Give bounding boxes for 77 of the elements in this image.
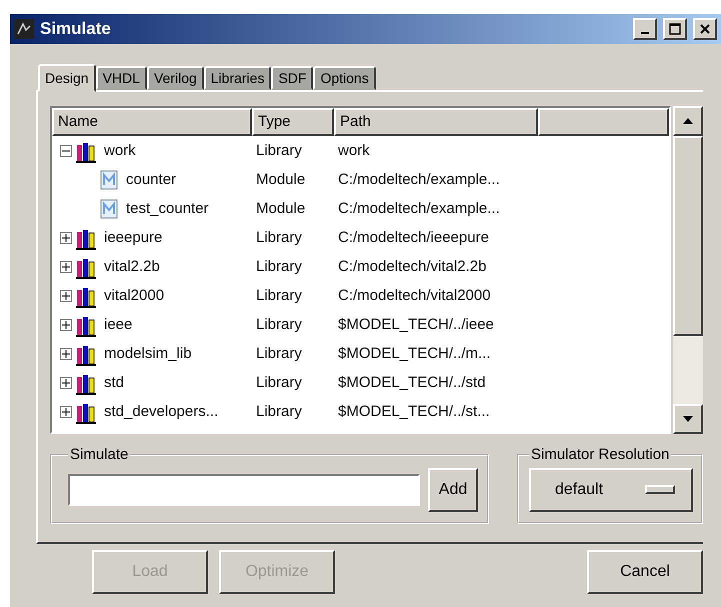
item-path: C:/modeltech/ieeepure — [337, 229, 490, 246]
maximize-icon — [669, 23, 681, 35]
tab[interactable]: Libraries — [204, 66, 272, 90]
item-type: Library — [255, 287, 303, 304]
simulate-input[interactable] — [68, 474, 420, 506]
add-button[interactable]: Add — [428, 468, 478, 512]
expand-toggle[interactable] — [60, 406, 72, 418]
minimize-icon — [641, 32, 649, 34]
item-type: Library — [255, 142, 303, 159]
item-name[interactable]: ieeepure — [100, 229, 162, 246]
item-path: C:/modeltech/example... — [337, 200, 501, 217]
minimize-button[interactable] — [633, 18, 657, 40]
tab[interactable]: Design — [38, 64, 96, 92]
item-path: C:/modeltech/vital2.2b — [337, 258, 488, 275]
app-icon — [14, 19, 34, 39]
item-type: Module — [255, 200, 306, 217]
tab[interactable]: SDF — [271, 66, 314, 90]
item-path: $MODEL_TECH/../m... — [337, 345, 492, 362]
item-path: C:/modeltech/example... — [337, 171, 501, 188]
item-type: Library — [255, 403, 303, 420]
item-type: Library — [255, 316, 303, 333]
item-name[interactable]: vital2.2b — [100, 258, 160, 275]
tab[interactable]: Options — [313, 66, 376, 90]
group-label: Simulator Resolution — [530, 446, 670, 463]
plus-icon — [62, 234, 70, 242]
scrollbar[interactable] — [673, 106, 703, 434]
item-path: C:/modeltech/vital2000 — [337, 287, 492, 304]
column-header[interactable]: Type — [252, 108, 334, 136]
close-icon — [699, 23, 711, 35]
plus-icon — [62, 320, 70, 328]
close-button[interactable] — [693, 18, 717, 40]
item-name[interactable]: std — [100, 374, 124, 391]
expand-toggle[interactable] — [60, 290, 72, 302]
scroll-down-button[interactable] — [673, 404, 703, 434]
item-path: $MODEL_TECH/../std — [337, 374, 487, 391]
item-type: Module — [255, 171, 306, 188]
down-arrow-icon — [683, 416, 693, 422]
item-path: work — [337, 142, 371, 159]
dialog-button[interactable]: Cancel — [587, 550, 703, 594]
item-type: Library — [255, 258, 303, 275]
item-name[interactable]: std_developers... — [100, 403, 218, 420]
scroll-up-button[interactable] — [673, 106, 703, 136]
window-title: Simulate — [40, 19, 112, 39]
item-name[interactable]: counter — [122, 171, 176, 188]
group-label: Simulate — [69, 446, 130, 463]
module-icon — [100, 198, 118, 218]
expand-toggle[interactable] — [60, 348, 72, 360]
plus-icon — [62, 292, 70, 300]
item-name[interactable]: test_counter — [122, 200, 209, 217]
column-header[interactable]: Path — [334, 108, 538, 136]
scroll-thumb[interactable] — [673, 136, 703, 336]
item-path: $MODEL_TECH/../ieee — [337, 316, 495, 333]
item-type: Library — [255, 374, 303, 391]
item-name[interactable]: modelsim_lib — [100, 345, 192, 362]
plus-icon — [62, 262, 70, 270]
expand-toggle[interactable] — [60, 232, 72, 244]
column-header[interactable] — [538, 108, 669, 136]
resolution-dropdown[interactable]: default — [529, 468, 693, 512]
maximize-button[interactable] — [663, 18, 687, 40]
tab[interactable]: VHDL — [96, 66, 147, 90]
item-type: Library — [255, 345, 303, 362]
plus-icon — [62, 378, 70, 386]
module-icon — [100, 170, 118, 190]
collapse-toggle[interactable] — [60, 144, 72, 156]
expand-toggle[interactable] — [60, 260, 72, 272]
item-name[interactable]: vital2000 — [100, 287, 164, 304]
item-type: Library — [255, 229, 303, 246]
item-name[interactable]: ieee — [100, 316, 132, 333]
expand-toggle[interactable] — [60, 318, 72, 330]
plus-icon — [62, 350, 70, 358]
tab[interactable]: Verilog — [146, 66, 204, 90]
expand-toggle[interactable] — [60, 376, 72, 388]
up-arrow-icon — [683, 118, 693, 124]
column-header[interactable]: Name — [52, 108, 252, 136]
plus-icon — [62, 408, 70, 416]
item-name[interactable]: work — [100, 142, 136, 159]
item-path: $MODEL_TECH/../st... — [337, 403, 491, 420]
